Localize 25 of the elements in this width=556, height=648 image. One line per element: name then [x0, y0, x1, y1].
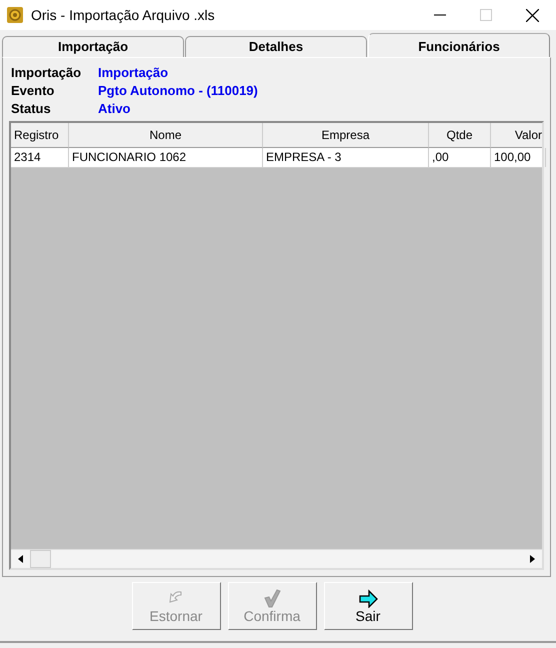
field-value: Importação [98, 64, 170, 82]
tab[interactable]: Detalhes [185, 36, 367, 57]
tab[interactable]: Funcionários [368, 33, 550, 57]
field-value: Pgto Autonomo - (110019) [98, 82, 259, 100]
table-cell: ,00 [429, 148, 491, 167]
table-cell: 2314 [11, 148, 69, 167]
field-label: Evento [11, 82, 56, 100]
scroll-right-icon[interactable] [530, 555, 535, 563]
field-label: Status [11, 100, 52, 118]
scroll-thumb[interactable] [30, 550, 51, 568]
button[interactable]: Sair [324, 582, 412, 630]
table-cell: 100,00 [491, 148, 546, 167]
tab[interactable]: Importação [2, 36, 184, 57]
scroll-left-icon[interactable] [18, 555, 23, 563]
table-cell: EMPRESA - 3 [263, 148, 429, 167]
right-arrow-icon [358, 588, 378, 608]
checkmark-icon [262, 588, 282, 608]
close-icon[interactable] [526, 8, 539, 22]
app-icon [7, 7, 23, 23]
maximize-icon [480, 9, 492, 21]
horizontal-scrollbar[interactable] [11, 549, 542, 568]
field-label: Importação [11, 64, 82, 82]
field-value: Ativo [98, 100, 132, 118]
table-cell: FUNCIONARIO 1062 [69, 148, 263, 167]
window-title: Oris - Importação Arquivo .xls [31, 7, 216, 23]
